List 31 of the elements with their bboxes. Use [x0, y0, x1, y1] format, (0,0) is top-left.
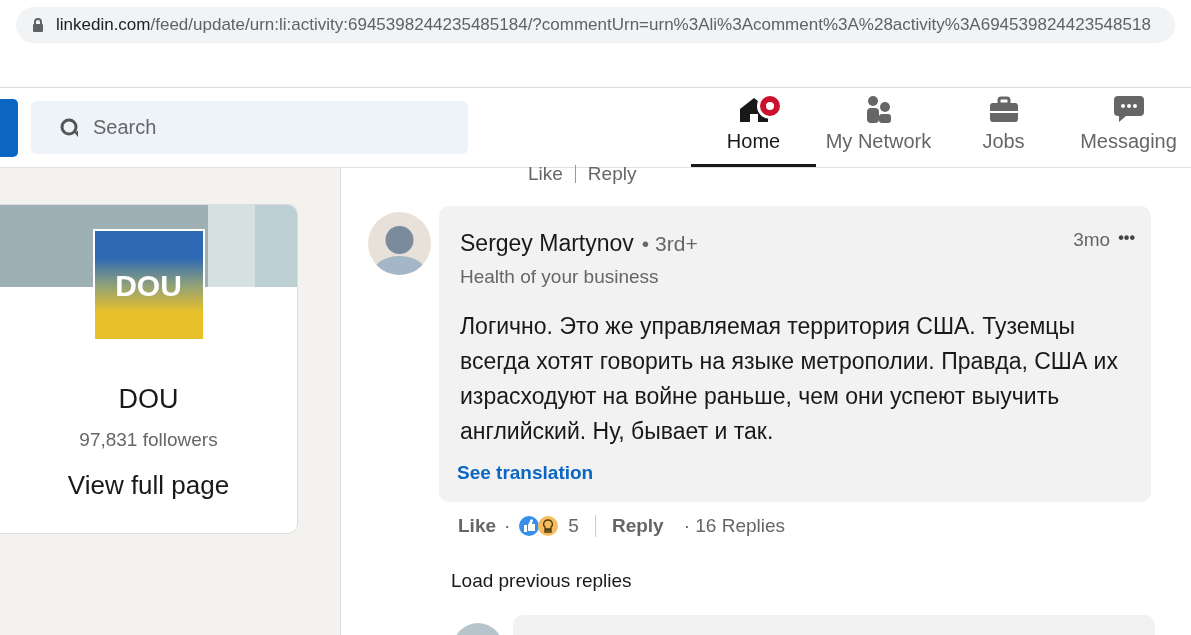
briefcase-icon: [987, 96, 1020, 124]
search-field[interactable]: Search: [31, 101, 468, 154]
comment-text: Логично. Это же управляемая территория США. Туземцы всегда хотят говорить на языке метрополии. Правда, США их израсходуют на войне раньше, чем они успеют выучить английский. Ну, бывает и так.: [460, 312, 1119, 446]
nav-tab[interactable]: My Network: [816, 88, 941, 167]
search-icon: [59, 117, 81, 139]
view-page-link[interactable]: View full page: [67, 466, 230, 505]
like-button[interactable]: Like: [528, 159, 563, 189]
separator-dot: ·: [504, 514, 511, 538]
url-text: linkedin.com/feed/update/urn:li:activity:6945398244235485184/?commentUrn=urn%3Ali%3Acomment%3A%28activity%3A694539824423548518: [56, 14, 1151, 37]
more-button[interactable]: •••: [1118, 226, 1135, 250]
nav-tab[interactable]: Jobs: [941, 88, 1066, 167]
replies-count[interactable]: · 16 Replies: [683, 512, 786, 541]
like-button[interactable]: Like: [458, 512, 497, 541]
comment-time: 3mo: [1073, 228, 1111, 252]
logo-icon: [0, 98, 18, 157]
company-name[interactable]: DOU: [118, 379, 179, 420]
nav-tab[interactable]: Messaging: [1066, 88, 1191, 167]
reply-button[interactable]: Reply: [587, 159, 637, 189]
speech-bubble-icon: [1111, 94, 1146, 124]
connection-degree: • 3rd+: [641, 231, 698, 257]
lock-icon: [32, 18, 44, 32]
follower-count: 97,831 followers: [79, 427, 218, 452]
load-replies-link[interactable]: Load previous replies: [451, 566, 632, 595]
reaction-count: 5: [568, 514, 579, 538]
address-bar[interactable]: linkedin.com/feed/update/urn:li:activity:6945398244235485184/?commentUrn=urn%3Ali%3Acomment%3A%28activity%3A694539824423548518: [16, 7, 1175, 43]
see-translation-link[interactable]: See translation: [457, 459, 594, 488]
reactions-icon: [518, 515, 561, 538]
author-name[interactable]: Sergey Martynov: [460, 226, 634, 261]
author-headline: Health of your business: [460, 264, 660, 289]
reply-button[interactable]: Reply: [611, 512, 664, 541]
company-logo: DOU: [92, 229, 205, 341]
